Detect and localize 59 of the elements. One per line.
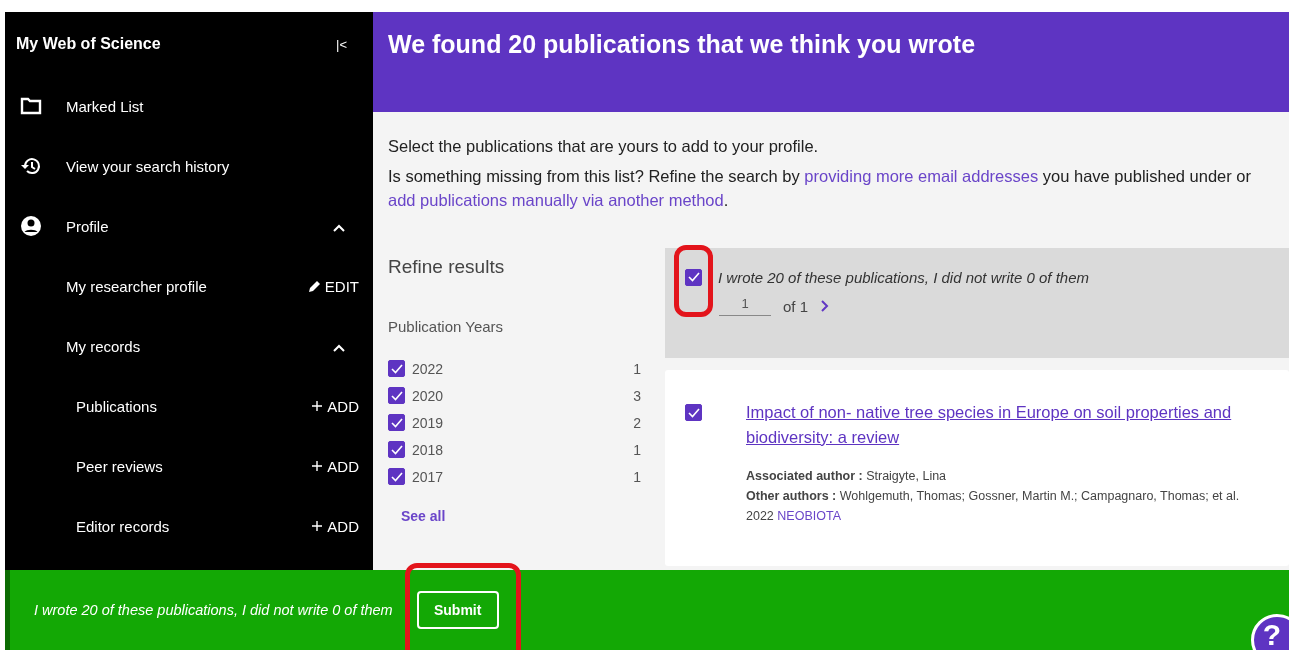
- year-label: 2018: [412, 441, 445, 458]
- journal-link[interactable]: NEOBIOTA: [777, 509, 841, 523]
- year-count: 1: [633, 360, 641, 377]
- checkbox[interactable]: [388, 441, 405, 458]
- year-label: 2017: [412, 468, 445, 485]
- add-link[interactable]: ADD: [311, 397, 359, 415]
- year-count: 1: [633, 468, 641, 485]
- sidebar-item[interactable]: Peer reviews: [66, 457, 312, 475]
- other-authors: Other authors : Wohlgemuth, Thomas; Gossner, Martin M.; Campagnaro, Thomas; et al.: [746, 488, 1241, 505]
- footer-status: I wrote 20 of these publications, I did not write 0 of them: [34, 602, 393, 618]
- sidebar-item[interactable]: Profile: [66, 217, 333, 235]
- select-all-label: I wrote 20 of these publications, I did not write 0 of them: [718, 268, 1090, 286]
- year-label: 2022: [412, 360, 445, 377]
- sidebar-item[interactable]: My records: [66, 337, 333, 355]
- sidebar-item[interactable]: Editor records: [66, 517, 312, 535]
- plus-icon: [311, 400, 324, 412]
- checkbox[interactable]: [388, 360, 405, 377]
- page-title: We found 20 publications that we think you wrote: [388, 29, 977, 59]
- sidebar-item[interactable]: My researcher profile: [66, 277, 308, 295]
- next-page-icon[interactable]: [820, 299, 831, 313]
- sidebar-item[interactable]: Marked List: [66, 97, 359, 115]
- chevron-up-icon[interactable]: [333, 223, 345, 232]
- add-link[interactable]: ADD: [311, 517, 359, 535]
- see-all-link[interactable]: See all: [401, 508, 665, 524]
- checkbox[interactable]: [685, 268, 702, 286]
- refine-text: Is something missing from this list? Refine the search by providing more email addresses you have published under or add publications manually via another method.: [388, 166, 1253, 211]
- year-label: 2019: [412, 414, 445, 431]
- folder-icon: [20, 97, 42, 115]
- checkbox[interactable]: [388, 387, 405, 404]
- edit-link[interactable]: EDIT: [307, 277, 359, 295]
- sidebar-item[interactable]: View your search history: [66, 157, 359, 175]
- year-count: 2: [633, 414, 641, 431]
- profile-icon: [20, 215, 42, 237]
- history-icon: [20, 156, 42, 176]
- collapse-button[interactable]: |<: [336, 36, 347, 52]
- checkbox[interactable]: [685, 404, 702, 421]
- refine-title: Refine results: [388, 256, 506, 278]
- page-input[interactable]: 1: [719, 296, 771, 316]
- publication-year: 2022: [746, 509, 774, 523]
- sidebar-title: My Web of Science: [16, 35, 161, 53]
- email-link[interactable]: providing more email addresses: [804, 167, 1039, 185]
- checkbox[interactable]: [388, 468, 405, 485]
- instruction-text: Select the publications that are yours to add to your profile.: [388, 136, 820, 157]
- pencil-icon: [307, 279, 321, 293]
- associated-author: Associated author : Straigyte, Lina: [746, 468, 948, 485]
- plus-icon: [311, 520, 324, 532]
- page-count: of 1: [783, 297, 809, 315]
- filter-heading: Publication Years: [388, 318, 505, 335]
- year-label: 2020: [412, 387, 445, 404]
- publication-title-link[interactable]: Impact of non- native tree species in Europe on soil properties and biodiversity: a review: [746, 400, 1279, 450]
- sidebar-item[interactable]: Publications: [66, 397, 312, 415]
- year-count: 3: [633, 387, 641, 404]
- help-button[interactable]: ?: [1251, 614, 1289, 650]
- add-link[interactable]: ADD: [311, 457, 359, 475]
- chevron-up-icon[interactable]: [333, 343, 345, 352]
- plus-icon: [311, 460, 324, 472]
- year-count: 1: [633, 441, 641, 458]
- add-manually-link[interactable]: add publications manually via another method: [388, 191, 724, 209]
- checkbox[interactable]: [388, 414, 405, 431]
